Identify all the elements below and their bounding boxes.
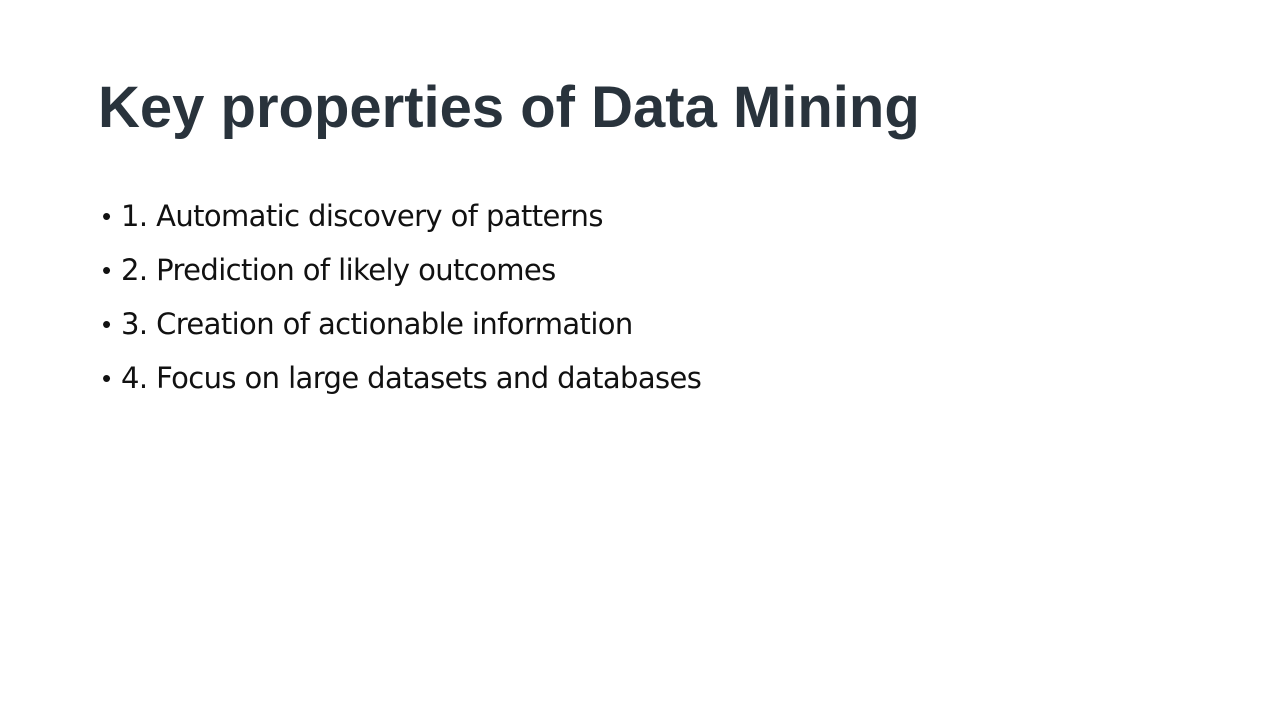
bullet-item: • 1. Automatic discovery of patterns xyxy=(102,195,701,249)
bullet-item: • 3. Creation of actionable information xyxy=(102,303,701,357)
bullet-item: • 2. Prediction of likely outcomes xyxy=(102,249,701,303)
bullet-icon: • xyxy=(102,255,112,285)
bullet-text: 4. Focus on large datasets and databases xyxy=(121,361,702,395)
bullet-text: 3. Creation of actionable information xyxy=(121,307,633,341)
bullet-text: 2. Prediction of likely outcomes xyxy=(121,253,556,287)
bullet-icon: • xyxy=(102,309,112,339)
bullet-text: 1. Automatic discovery of patterns xyxy=(121,199,603,233)
bullet-item: • 4. Focus on large datasets and databas… xyxy=(102,357,702,411)
bullet-icon: • xyxy=(102,201,112,231)
bullet-list: • 1. Automatic discovery of patterns • 2… xyxy=(102,195,702,411)
slide: Key properties of Data Mining • 1. Autom… xyxy=(0,0,1280,720)
bullet-icon: • xyxy=(102,363,112,393)
slide-title: Key properties of Data Mining xyxy=(98,75,920,140)
